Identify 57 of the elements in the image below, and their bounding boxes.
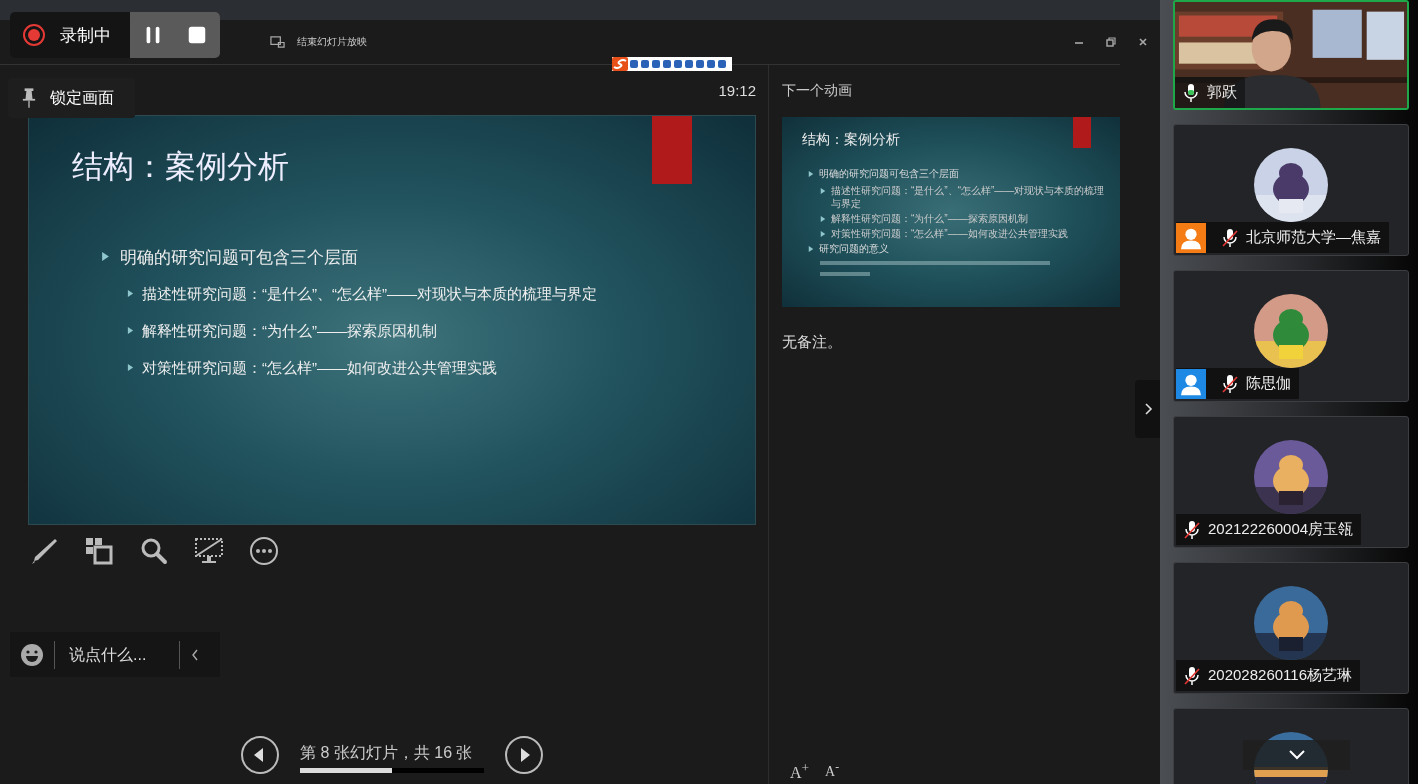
stop-icon[interactable]: [186, 24, 208, 46]
bullet-icon: [127, 290, 134, 297]
next-slide-button[interactable]: [504, 735, 544, 775]
bullet-icon: [808, 171, 814, 177]
bullet-text: 明确的研究问题可包含三个层面: [819, 167, 959, 181]
participant-name: 陈思伽: [1246, 374, 1291, 393]
bullet-text: 对策性研究问题：“怎么样”——如何改进公共管理实践: [142, 358, 498, 378]
participant-tile[interactable]: 北京师范大学—焦嘉: [1173, 124, 1409, 256]
more-icon[interactable]: [248, 535, 280, 567]
elapsed-time: 19:12: [718, 81, 756, 99]
record-icon: [22, 23, 46, 47]
slide-title: 结构：案例分析: [802, 131, 900, 149]
decrease-font-button[interactable]: A$^{-}$: [825, 760, 840, 783]
bullet-text: 对策性研究问题：“怎么样”——如何改进公共管理实践: [831, 227, 1068, 240]
previous-slide-button[interactable]: [240, 735, 280, 775]
bullet-icon: [127, 327, 134, 334]
bullet-icon: [820, 188, 826, 194]
accent-bar: [1073, 117, 1091, 148]
end-show-button[interactable]: 结束幻灯片放映: [270, 34, 367, 50]
participant-name: 202028260116杨艺琳: [1208, 666, 1352, 685]
slide-counter: 第 8 张幻灯片，共 16 张: [300, 743, 474, 763]
participant-name: 郭跃: [1207, 83, 1237, 102]
accent-bar: [652, 116, 692, 184]
slides-grid-icon[interactable]: [83, 535, 115, 567]
participant-tile[interactable]: 陈思伽: [1173, 270, 1409, 402]
participant-tile[interactable]: 202028260116杨艺琳: [1173, 562, 1409, 694]
bullet-icon: [127, 364, 134, 371]
increase-font-button[interactable]: A$^{+}$: [790, 760, 810, 783]
chevron-down-icon: [1286, 749, 1307, 761]
input-method-logo-icon: [612, 57, 628, 71]
restore-icon[interactable]: [1106, 37, 1116, 47]
lock-screen-label: 锁定画面: [50, 87, 114, 108]
bullet-text: 解释性研究问题：“为什么”——探索原因机制: [831, 212, 1028, 225]
participant-tile[interactable]: 202122260004房玉瓴: [1173, 416, 1409, 548]
input-method-toolbar[interactable]: [612, 57, 732, 71]
pin-icon: [22, 87, 36, 109]
chat-input[interactable]: 说点什么...: [65, 645, 169, 664]
speaker-notes: 无备注。: [782, 333, 843, 352]
screens-icon: [270, 34, 285, 50]
bullet-icon: [101, 252, 110, 261]
participant-name: 北京师范大学—焦嘉: [1246, 228, 1381, 247]
slide-title: 结构：案例分析: [72, 148, 289, 186]
bullet-icon: [820, 231, 826, 237]
recording-status: 录制中: [60, 24, 111, 47]
bullet-text: 描述性研究问题：“是什么”、“怎么样”——对现状与本质的梳理与界定: [831, 184, 1106, 210]
bullet-text: 解释性研究问题：“为什么”——探索原因机制: [142, 321, 438, 341]
chevron-right-icon: [1142, 401, 1153, 417]
bullet-text: 描述性研究问题：“是什么”、“怎么样”——对现状与本质的梳理与界定: [142, 284, 598, 304]
bullet-text: 明确的研究问题可包含三个层面: [120, 247, 358, 269]
participant-tile[interactable]: 郭跃: [1173, 0, 1409, 110]
bullet-icon: [808, 246, 814, 252]
next-animation-label: 下一个动画: [782, 81, 853, 100]
emoji-icon[interactable]: [20, 642, 44, 667]
participant-name: 202122260004房玉瓴: [1208, 520, 1354, 539]
close-icon[interactable]: [1138, 37, 1148, 47]
bullet-icon: [820, 216, 826, 222]
bullet-text: 研究问题的意义: [819, 242, 889, 256]
